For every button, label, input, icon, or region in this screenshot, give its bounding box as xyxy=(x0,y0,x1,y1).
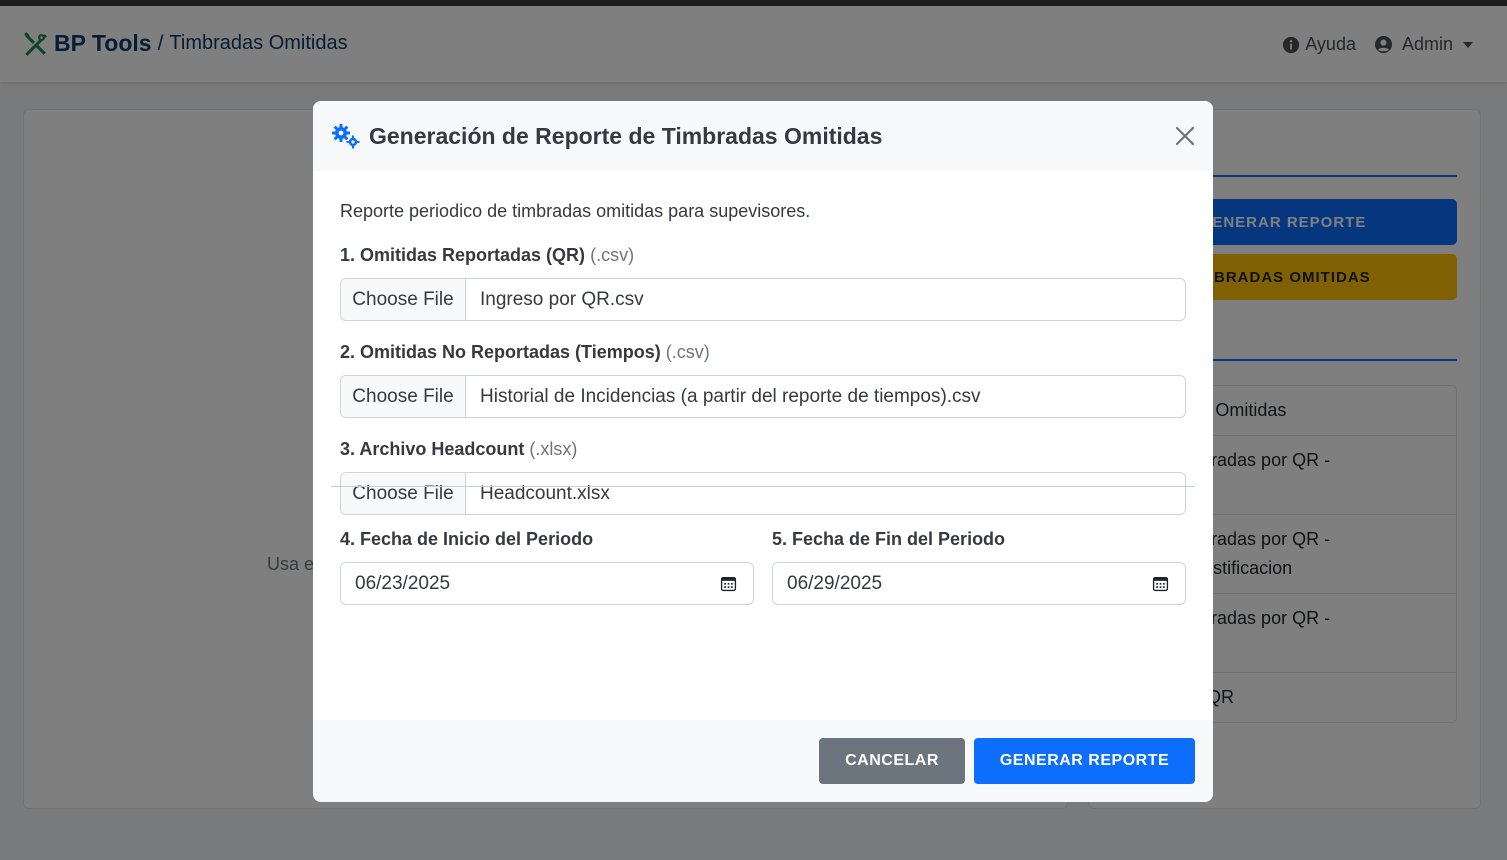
file-label-ext: (.xlsx) xyxy=(529,439,578,459)
report-modal: Generación de Reporte de Timbradas Omiti… xyxy=(313,101,1213,802)
gears-icon xyxy=(332,124,360,149)
file-label-text: 2. Omitidas No Reportadas (Tiempos) xyxy=(340,342,661,362)
file-label-text: 3. Archivo Headcount xyxy=(340,439,525,459)
choose-file-button[interactable]: Choose File xyxy=(341,279,466,320)
modal-body: Reporte periodico de timbradas omitidas … xyxy=(313,171,1213,720)
file-name: Ingreso por QR.csv xyxy=(480,288,644,310)
modal-footer: CANCELAR GENERAR REPORTE xyxy=(313,720,1213,802)
close-icon[interactable] xyxy=(1173,124,1197,148)
file-label-headcount: 3. Archivo Headcount (.xlsx) xyxy=(340,439,1186,460)
choose-file-button[interactable]: Choose File xyxy=(341,376,466,417)
file-label-tiempos: 2. Omitidas No Reportadas (Tiempos) (.cs… xyxy=(340,342,1186,363)
file-input-qr[interactable]: Choose File Ingreso por QR.csv xyxy=(340,278,1186,321)
file-label-text: 1. Omitidas Reportadas (QR) xyxy=(340,245,586,265)
start-date-value: 06/23/2025 xyxy=(355,572,451,594)
file-label-ext: (.csv) xyxy=(665,342,710,362)
modal-description: Reporte periodico de timbradas omitidas … xyxy=(340,201,811,221)
cancel-button[interactable]: CANCELAR xyxy=(819,738,965,784)
file-input-tiempos[interactable]: Choose File Historial de Incidencias (a … xyxy=(340,375,1186,418)
divider xyxy=(331,486,1195,487)
modal-header: Generación de Reporte de Timbradas Omiti… xyxy=(313,101,1213,171)
start-date-label: 4. Fecha de Inicio del Periodo xyxy=(340,529,594,549)
file-input-headcount[interactable]: Choose File Headcount.xlsx xyxy=(340,472,1186,515)
end-date-label: 5. Fecha de Fin del Periodo xyxy=(772,529,1006,549)
file-label-ext: (.csv) xyxy=(590,245,635,265)
end-date-group: 5. Fecha de Fin del Periodo 06/29/2025 xyxy=(772,529,1186,605)
file-label-qr: 1. Omitidas Reportadas (QR) (.csv) xyxy=(340,245,1186,266)
start-date-group: 4. Fecha de Inicio del Periodo 06/23/202… xyxy=(340,529,754,605)
start-date-input[interactable]: 06/23/2025 xyxy=(340,562,754,605)
end-date-input[interactable]: 06/29/2025 xyxy=(772,562,1186,605)
generate-report-button[interactable]: GENERAR REPORTE xyxy=(974,738,1195,784)
modal-title: Generación de Reporte de Timbradas Omiti… xyxy=(369,122,883,149)
calendar-icon[interactable] xyxy=(720,575,737,592)
choose-file-button[interactable]: Choose File xyxy=(341,473,466,514)
end-date-value: 06/29/2025 xyxy=(787,572,883,594)
calendar-icon[interactable] xyxy=(1152,575,1169,592)
file-name: Historial de Incidencias (a partir del r… xyxy=(480,385,981,407)
date-row: 4. Fecha de Inicio del Periodo 06/23/202… xyxy=(340,529,1186,605)
